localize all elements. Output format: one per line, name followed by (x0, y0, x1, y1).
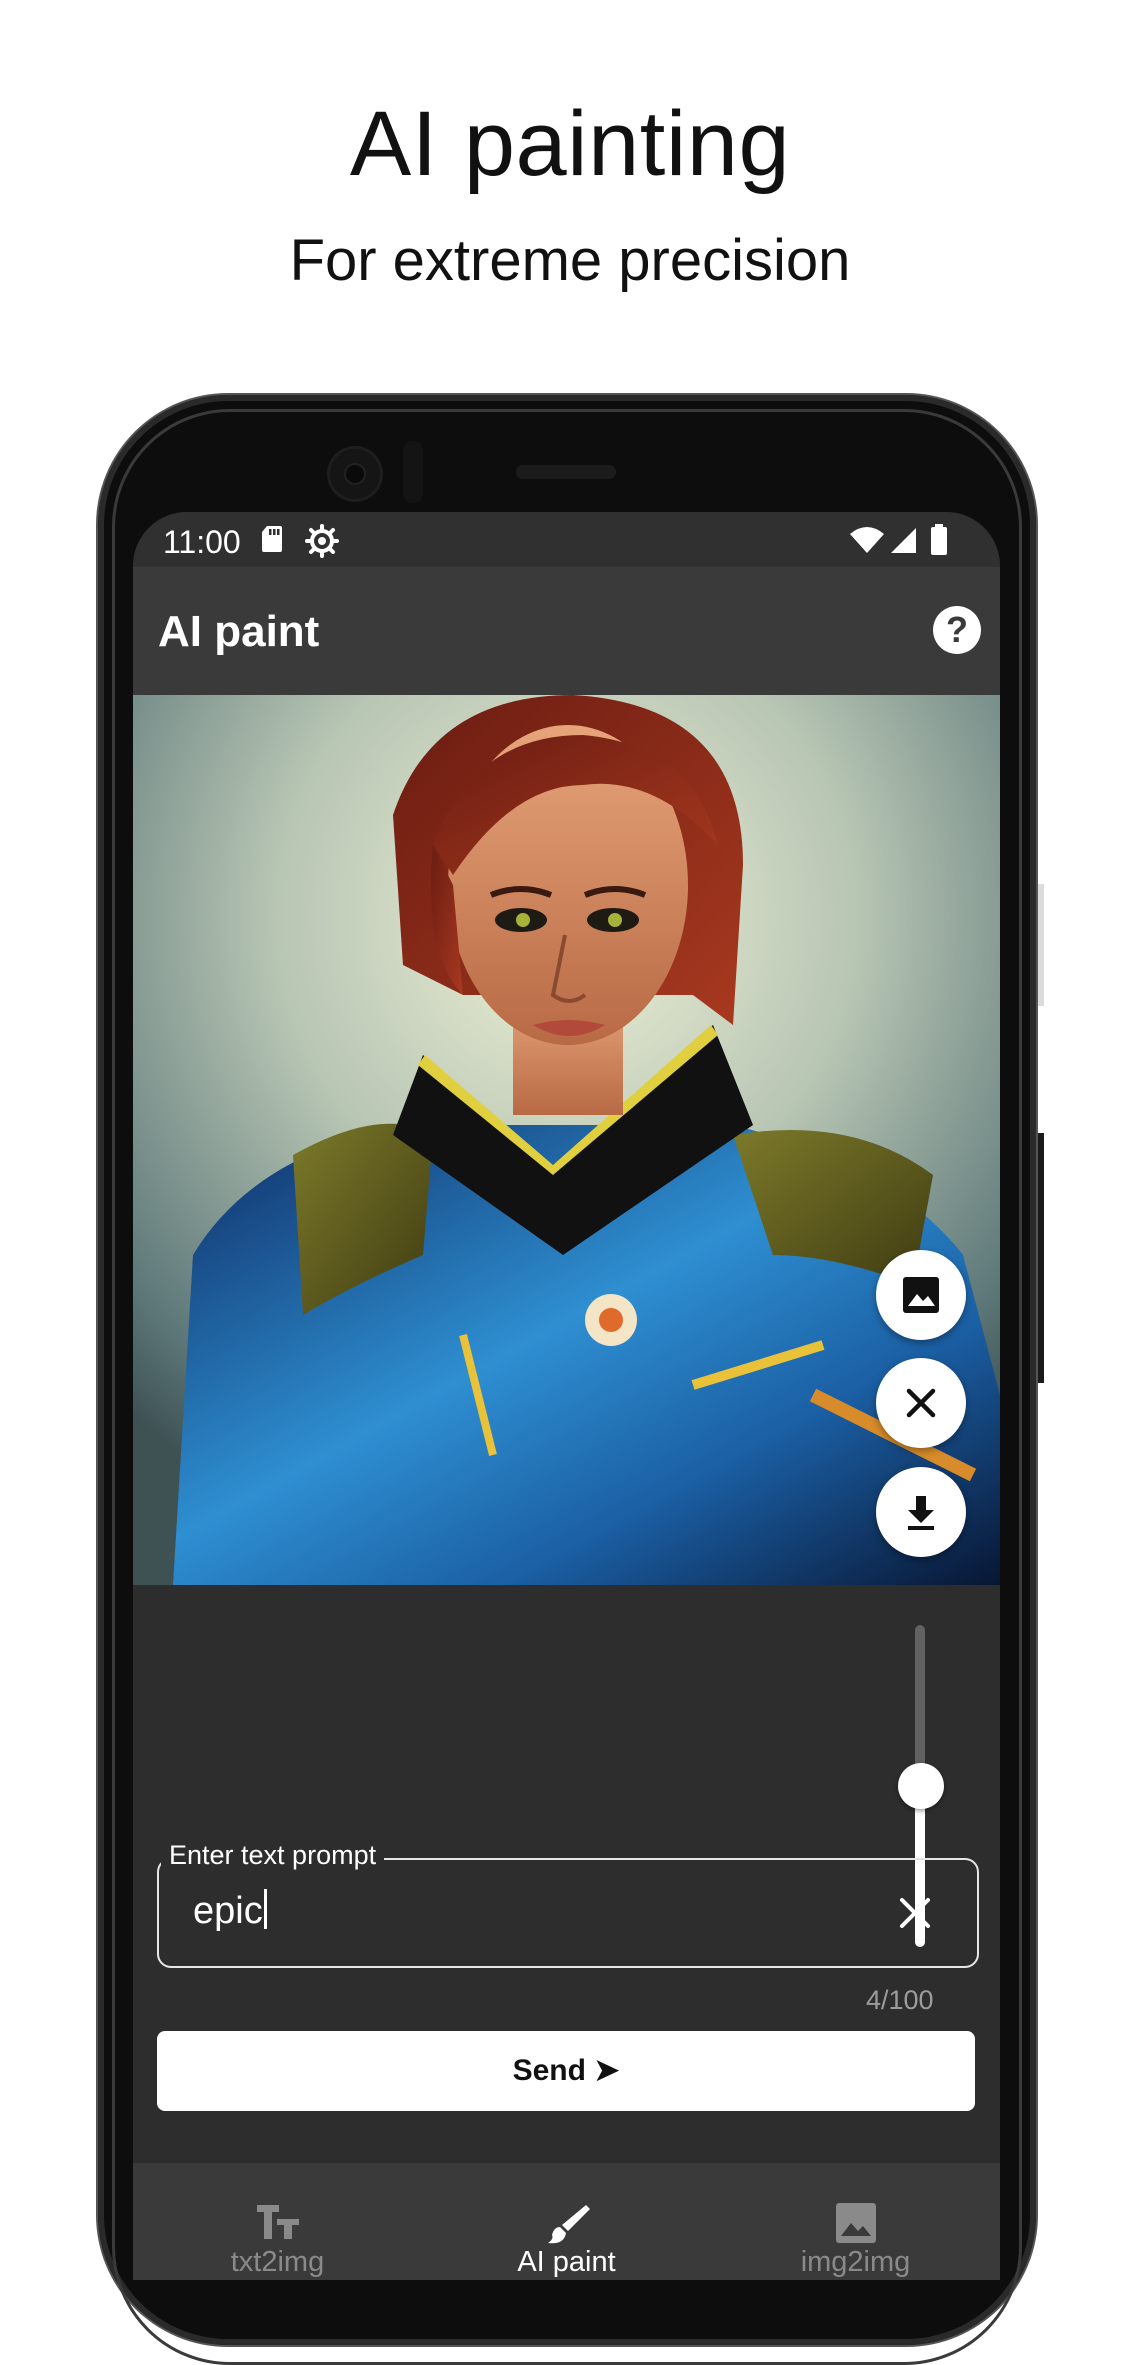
close-icon (906, 1388, 936, 1418)
nav-label-txt2img: txt2img (230, 2246, 325, 2278)
phone-power-button (1036, 884, 1044, 1006)
prompt-input-label: Enter text prompt (161, 1840, 385, 1871)
text-icon (257, 2205, 299, 2239)
earpiece-speaker (516, 465, 616, 479)
promo-headline: AI painting (349, 93, 791, 195)
brush-size-slider-thumb[interactable] (898, 1763, 944, 1809)
prompt-text: epic (193, 1890, 263, 1932)
app-title: AI paint (158, 607, 320, 656)
settings-gear-icon (305, 524, 339, 558)
status-time: 11:00 (163, 524, 241, 560)
nav-label-ai-paint: AI paint (517, 2246, 616, 2278)
prompt-input-value[interactable]: epic (193, 1889, 267, 1933)
wifi-icon (850, 527, 884, 553)
sd-card-icon (262, 526, 282, 552)
image-icon (836, 2203, 876, 2243)
nav-item-txt2img[interactable]: txt2img (133, 2163, 422, 2280)
brush-icon (548, 2205, 590, 2244)
status-bar: 11:00 (133, 512, 1000, 567)
download-button[interactable] (876, 1467, 966, 1557)
nav-label-img2img: img2img (800, 2246, 911, 2278)
nav-item-ai-paint[interactable]: AI paint (422, 2163, 711, 2280)
paint-canvas[interactable] (133, 695, 1000, 1585)
phone-volume-button (1036, 1133, 1044, 1383)
help-button[interactable]: question-mark? (933, 606, 981, 654)
clear-prompt-icon[interactable] (895, 1893, 935, 1933)
signal-icon (891, 528, 916, 553)
clear-canvas-button[interactable] (876, 1358, 966, 1448)
proximity-sensor (403, 441, 423, 503)
front-camera (330, 449, 380, 499)
bottom-navigation: txt2img AI paint img2img (133, 2163, 1000, 2280)
prompt-character-counter: 4/100 (866, 1985, 934, 2015)
promo-subheadline: For extreme precision (289, 228, 851, 293)
battery-icon (931, 524, 947, 555)
app-bar: AI paint question-mark? (133, 567, 1000, 695)
download-icon (908, 1496, 934, 1530)
phone-screen: 11:00 AI paint ? Enter text prompt epic … (133, 512, 1000, 2280)
generated-portrait-image (133, 695, 1000, 1585)
pick-image-button[interactable] (876, 1250, 966, 1340)
text-caret (263, 1889, 267, 1929)
send-button[interactable]: Send ➤ (157, 2031, 975, 2111)
prompt-input-field[interactable] (157, 1858, 979, 1968)
nav-item-img2img[interactable]: img2img (711, 2163, 1000, 2280)
image-icon (903, 1277, 939, 1313)
